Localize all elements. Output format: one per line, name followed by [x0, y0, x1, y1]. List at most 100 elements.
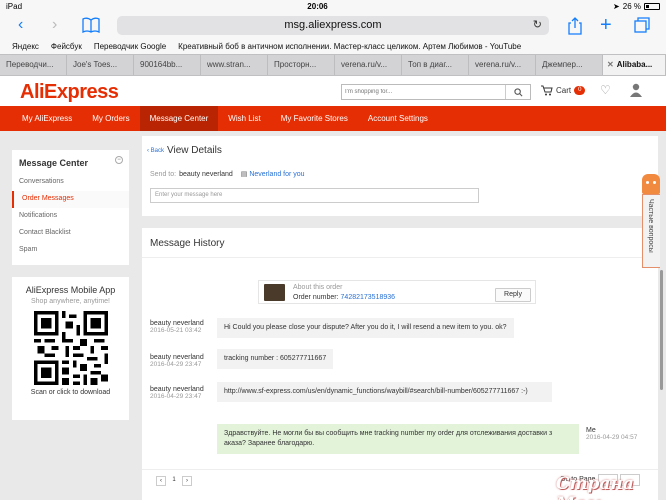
- sidebar-item-conversations[interactable]: Conversations: [12, 174, 129, 191]
- location-icon: ➤: [613, 2, 620, 11]
- message-date: 2016-04-29 23:47: [150, 361, 202, 368]
- browser-tab[interactable]: Joe's Toes...: [67, 55, 134, 75]
- browser-tab[interactable]: Просторн...: [268, 55, 335, 75]
- view-details-panel: ‹ Back View Details Send to: beauty never…: [142, 136, 658, 216]
- browser-tab[interactable]: 900164bb...: [134, 55, 201, 75]
- browser-tab[interactable]: Топ в диаг...: [402, 55, 469, 75]
- wishlist-heart-icon[interactable]: ♡: [600, 83, 611, 97]
- close-tab-icon[interactable]: ✕: [607, 60, 614, 69]
- message-sender: beauty neverland 2016-05-21 03:42: [150, 320, 204, 334]
- device-name: iPad: [6, 2, 23, 11]
- history-title: Message History: [150, 238, 225, 249]
- send-to-label: Send to:: [150, 171, 177, 178]
- url-text: msg.aliexpress.com: [284, 19, 382, 31]
- collapse-icon[interactable]: −: [115, 156, 123, 164]
- sidebar-item-notifications[interactable]: Notifications: [12, 208, 129, 225]
- site-header: AliExpress Cart 0 ♡: [0, 76, 666, 106]
- sender-name-me: Me: [586, 427, 596, 434]
- sender-name: beauty neverland: [150, 320, 204, 327]
- back-arrow-icon[interactable]: ‹: [18, 17, 23, 33]
- browser-tab[interactable]: verena.ru/v...: [469, 55, 536, 75]
- cart-button[interactable]: Cart 0: [541, 85, 586, 96]
- forward-arrow-icon[interactable]: ›: [52, 17, 57, 33]
- sender-name: beauty neverland: [150, 386, 204, 393]
- order-number-link[interactable]: 74282173518936: [341, 294, 396, 301]
- status-bar: iPad 20:06 ➤ 26 %: [0, 0, 666, 13]
- my-message-bubble: Здравствуйте. Не могли бы вы сообщить мн…: [217, 424, 579, 454]
- mobile-app-promo: AliExpress Mobile App Shop anywhere, any…: [12, 277, 129, 420]
- message-date: 2016-04-29 04:57: [586, 434, 638, 441]
- help-tab[interactable]: Частые вопросы: [642, 194, 660, 268]
- message-history: Message History About this order Order n…: [142, 228, 658, 500]
- back-link-label: Back: [150, 148, 165, 154]
- bookmarks-icon[interactable]: [82, 17, 100, 37]
- nav-account-settings[interactable]: Account Settings: [358, 106, 438, 131]
- new-tab-icon[interactable]: +: [600, 15, 612, 35]
- nav-my-orders[interactable]: My Orders: [82, 106, 139, 131]
- battery-percent: 26 %: [622, 2, 641, 11]
- browser-toolbar: ‹ › msg.aliexpress.com ↻ +: [0, 13, 666, 38]
- message-input[interactable]: Enter your message here: [150, 188, 479, 203]
- bookmark-item[interactable]: Яндекс: [12, 42, 39, 51]
- product-thumbnail[interactable]: [264, 284, 285, 301]
- bookmark-item[interactable]: Переводчик Google: [94, 42, 166, 51]
- sidebar-title-text: Message Center: [19, 158, 89, 168]
- browser-tab[interactable]: verena.ru/v...: [335, 55, 402, 75]
- cart-count-badge: 0: [574, 86, 586, 95]
- store-link[interactable]: ▤ Neverland for you: [241, 171, 305, 178]
- aliexpress-logo[interactable]: AliExpress: [20, 81, 119, 104]
- watermark: Страна Мам: [556, 474, 634, 500]
- browser-tabs: Переводчи... Joe's Toes... 900164bb... w…: [0, 54, 666, 76]
- reload-icon[interactable]: ↻: [533, 16, 542, 35]
- sidebar-item-order-messages[interactable]: Order Messages: [12, 191, 129, 208]
- status-right: ➤ 26 %: [613, 2, 660, 11]
- order-number: Order number: 74282173518936: [293, 294, 395, 301]
- store-icon: ▤: [240, 171, 248, 178]
- page-number[interactable]: 1: [169, 476, 179, 486]
- nav-wish-list[interactable]: Wish List: [218, 106, 270, 131]
- app-promo-title: AliExpress Mobile App: [25, 285, 116, 295]
- sender-name: beauty neverland: [150, 354, 204, 361]
- nav-favorite-stores[interactable]: My Favorite Stores: [271, 106, 358, 131]
- reply-button[interactable]: Reply: [495, 288, 531, 302]
- share-icon[interactable]: [568, 17, 582, 39]
- search-icon[interactable]: [505, 85, 530, 99]
- order-number-label: Order number:: [293, 294, 339, 301]
- nav-message-center[interactable]: Message Center: [139, 106, 219, 131]
- tabs-overview-icon[interactable]: [634, 17, 650, 37]
- order-card: About this order Order number: 7428217351…: [258, 280, 536, 304]
- message-date: 2016-04-29 23:47: [150, 393, 202, 400]
- message-date: 2016-05-21 03:42: [150, 327, 202, 334]
- browser-tab[interactable]: www.stran...: [201, 55, 268, 75]
- scrollbar[interactable]: [660, 270, 663, 390]
- help-mascot-icon[interactable]: [642, 174, 660, 194]
- sidebar-item-contact-blacklist[interactable]: Contact Blacklist: [12, 225, 129, 242]
- my-message-meta: Me 2016-04-29 04:57: [586, 427, 637, 441]
- browser-tab-active[interactable]: ✕ Alibaba...: [603, 55, 666, 75]
- message-bubble: Hi Could you please close your dispute? …: [217, 318, 514, 338]
- cart-icon: [541, 85, 553, 96]
- browser-tab[interactable]: Переводчи...: [0, 55, 67, 75]
- user-icon[interactable]: [630, 83, 642, 99]
- bookmark-item[interactable]: Фейсбук: [51, 42, 82, 51]
- tab-label: Alibaba...: [616, 60, 653, 69]
- sidebar-title: Message Center −: [12, 150, 129, 174]
- browser-tab[interactable]: Джемпер...: [536, 55, 603, 75]
- qr-code[interactable]: [33, 311, 108, 385]
- message-bubble: tracking number : 605277711667: [217, 349, 334, 369]
- store-link-label: Neverland for you: [249, 171, 305, 178]
- search-box: [341, 84, 531, 100]
- prev-page-button[interactable]: ‹: [156, 476, 166, 486]
- send-to: Send to: beauty neverland ▤ Neverland for…: [150, 170, 305, 178]
- battery-icon: [643, 3, 660, 10]
- main-content: Message Center − Conversations Order Mes…: [0, 136, 666, 500]
- app-download-link[interactable]: Scan or click to download: [12, 389, 129, 396]
- back-link[interactable]: ‹ Back: [147, 148, 164, 154]
- sidebar-item-spam[interactable]: Spam: [12, 242, 129, 259]
- next-page-button[interactable]: ›: [182, 476, 192, 486]
- nav-my-aliexpress[interactable]: My AliExpress: [12, 106, 82, 131]
- address-bar[interactable]: msg.aliexpress.com ↻: [117, 16, 549, 35]
- search-input[interactable]: [342, 85, 507, 99]
- bookmark-item[interactable]: Креативный боб в античном исполнении. Ма…: [178, 42, 521, 51]
- bookmarks-bar: Яндекс Фейсбук Переводчик Google Креатив…: [0, 38, 666, 54]
